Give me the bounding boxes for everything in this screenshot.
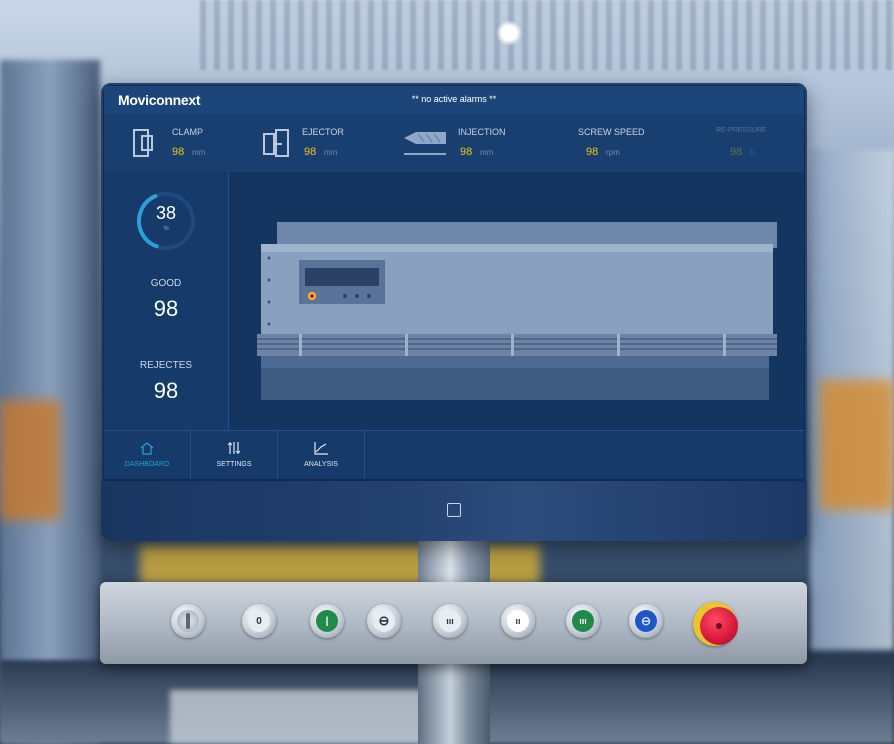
gauge-unit: %: [163, 226, 169, 232]
key-switch-icon[interactable]: [171, 604, 205, 638]
hmi-screen: Moviconnext ** no active alarms ** CLAMP…: [101, 83, 807, 541]
tab-settings[interactable]: SETTINGS: [191, 431, 278, 479]
green-mode-button-icon[interactable]: ııı: [566, 604, 600, 638]
param-value: 98: [172, 146, 185, 158]
emergency-stop-center: [716, 623, 722, 629]
good-label: GOOD: [150, 278, 182, 289]
param-screw-speed[interactable]: SCREW SPEED 98 rpm: [578, 114, 678, 172]
clamp-icon: [133, 129, 153, 157]
clock-button-icon[interactable]: ⊖: [367, 604, 401, 638]
stand-pole-lower: [418, 662, 490, 744]
home-icon: [140, 442, 154, 455]
ejector-icon: [263, 129, 289, 157]
white-mode-button-icon[interactable]: ıı: [501, 604, 535, 638]
off-button-icon[interactable]: 0: [242, 604, 276, 638]
param-injection[interactable]: INJECTION 98 mm: [402, 114, 552, 172]
parameter-bar: CLAMP 98 mm EJECTOR 98 mm INJECTION 98 m…: [104, 114, 804, 173]
screen-bezel: [101, 481, 807, 541]
param-label: SCREW SPEED: [578, 127, 645, 137]
bottom-nav: DASHBOARD SETTINGS ANALYSIS: [104, 430, 804, 479]
ceiling-lamp: [496, 20, 522, 46]
param-value: 98: [304, 146, 317, 158]
param-value: 98: [460, 146, 473, 158]
param-unit: mm: [324, 148, 338, 157]
good-count: 98: [153, 296, 179, 321]
hardware-home-button[interactable]: [447, 503, 461, 517]
param-unit: b: [750, 148, 755, 157]
production-sidebar: 38 % GOOD 98 REJECTES 98: [104, 172, 229, 430]
mode-button-icon[interactable]: ııı: [433, 604, 467, 638]
param-re-pressure[interactable]: RE-PRESSURE 98 b: [716, 114, 802, 172]
param-clamp[interactable]: CLAMP 98 mm: [122, 114, 252, 172]
rejects-count: 98: [153, 378, 179, 403]
top-bar: Moviconnext ** no active alarms **: [104, 86, 804, 114]
param-ejector[interactable]: EJECTOR 98 mm: [262, 114, 392, 172]
hmi-app: Moviconnext ** no active alarms ** CLAMP…: [104, 86, 804, 479]
tab-label: DASHBOARD: [124, 461, 170, 468]
sliders-icon: [227, 442, 241, 454]
param-label: RE-PRESSURE: [716, 127, 767, 134]
chart-icon: [314, 442, 328, 455]
control-button-panel: 0 | ⊖ ııı ıı ııı ⊖: [100, 582, 807, 664]
param-value: 98: [586, 146, 599, 158]
param-label: CLAMP: [172, 127, 204, 137]
tab-dashboard[interactable]: DASHBOARD: [104, 431, 191, 479]
blue-button-icon[interactable]: ⊖: [629, 604, 663, 638]
alarm-status[interactable]: ** no active alarms **: [104, 94, 804, 104]
on-button-icon[interactable]: |: [310, 604, 344, 638]
gauge-value: 38: [155, 203, 177, 223]
param-value: 98: [730, 146, 743, 158]
param-unit: mm: [480, 148, 494, 157]
param-label: EJECTOR: [302, 127, 344, 137]
rejects-label: REJECTES: [139, 360, 193, 371]
param-label: INJECTION: [458, 127, 506, 137]
injection-machine-illustration: [257, 222, 777, 400]
param-unit: rpm: [606, 148, 620, 157]
injection-icon: [404, 132, 446, 155]
machine-view: [229, 172, 804, 430]
tab-analysis[interactable]: ANALYSIS: [278, 431, 365, 479]
tab-label: SETTINGS: [216, 461, 252, 468]
param-unit: mm: [192, 148, 206, 157]
tab-label: ANALYSIS: [304, 461, 338, 468]
